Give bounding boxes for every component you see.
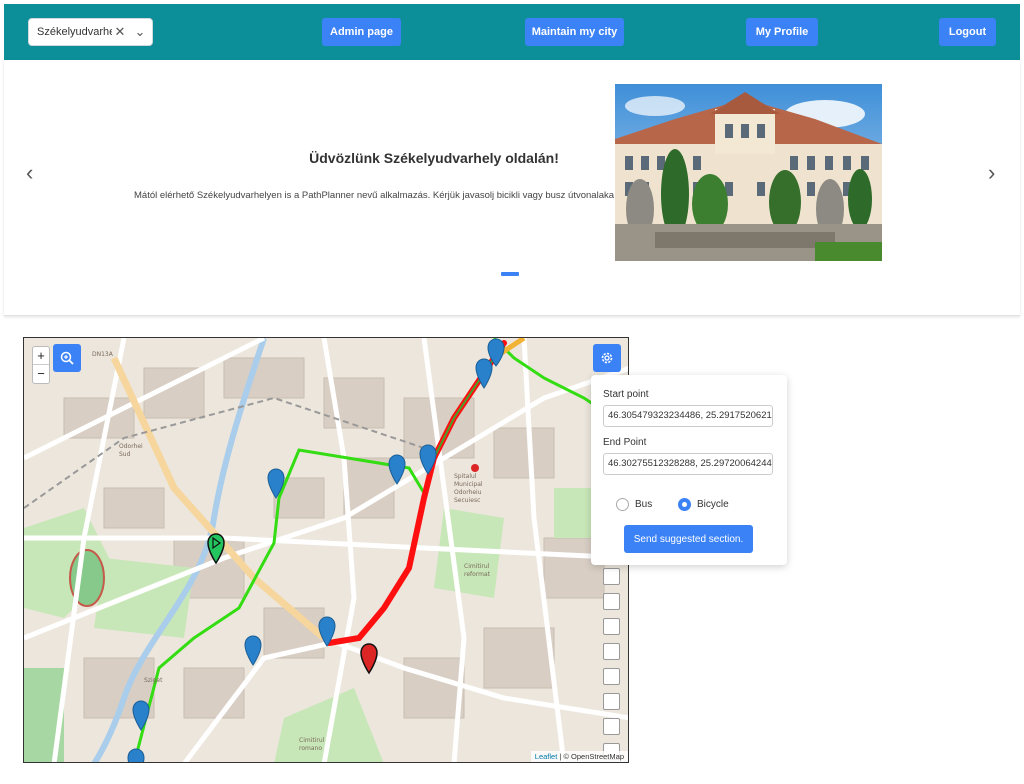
zoom-search-icon xyxy=(60,351,74,365)
top-navbar: Székelyudvarhely ✕ ⌄ Admin page Maintain… xyxy=(4,4,1020,60)
end-point-label: End Point xyxy=(603,437,647,448)
layer-checkbox[interactable] xyxy=(603,568,620,585)
send-suggested-section-button[interactable]: Send suggested section. xyxy=(624,525,753,553)
my-profile-button[interactable]: My Profile xyxy=(746,18,818,46)
bicycle-label: Bicycle xyxy=(697,499,729,510)
bicycle-radio[interactable] xyxy=(678,498,691,511)
route-map[interactable]: DN13A Spitalul Municipal Odorheiu Secuie… xyxy=(23,337,629,763)
start-point-input[interactable]: 46.305479323234486, 25.29175206217 xyxy=(603,405,773,427)
zoom-in-button[interactable]: + xyxy=(33,347,49,365)
layer-checkbox[interactable] xyxy=(603,693,620,710)
layer-checkbox-list xyxy=(603,568,620,762)
carousel-indicator-active[interactable] xyxy=(501,272,519,276)
admin-page-button[interactable]: Admin page xyxy=(322,18,401,46)
svg-text:Secuiesc: Secuiesc xyxy=(454,497,480,504)
route-suggestion-panel: Start point 46.305479323234486, 25.29175… xyxy=(591,375,787,565)
chevron-right-icon[interactable]: › xyxy=(988,160,995,186)
carousel-text: Mától elérhető Székelyudvarhelyen is a P… xyxy=(134,190,614,201)
city-select[interactable]: Székelyudvarhely ✕ ⌄ xyxy=(28,18,153,46)
chevron-down-icon[interactable]: ⌄ xyxy=(132,24,148,40)
city-hall-photo xyxy=(615,84,882,261)
clear-icon[interactable]: ✕ xyxy=(112,24,128,40)
chevron-left-icon[interactable]: ‹ xyxy=(26,160,33,186)
svg-text:Sziget: Sziget xyxy=(144,677,163,684)
layer-checkbox[interactable] xyxy=(603,618,620,635)
osm-attribution: | © OpenStreetMap xyxy=(557,752,624,761)
leaflet-link[interactable]: Leaflet xyxy=(535,752,558,761)
svg-text:Odorheiu: Odorheiu xyxy=(454,489,482,496)
settings-button[interactable] xyxy=(593,344,621,372)
layer-checkbox[interactable] xyxy=(603,668,620,685)
svg-text:Municipal: Municipal xyxy=(454,481,483,488)
zoom-control: + − xyxy=(32,346,50,384)
welcome-carousel: ‹ › Üdvözlünk Székelyudvarhely oldalán! … xyxy=(4,60,1020,316)
svg-text:romano: romano xyxy=(299,745,322,752)
bus-label: Bus xyxy=(635,499,653,510)
gear-icon xyxy=(601,352,613,364)
city-select-value: Székelyudvarhely xyxy=(37,26,112,38)
bus-radio-option[interactable]: Bus xyxy=(616,498,652,511)
svg-text:Cimitirul: Cimitirul xyxy=(299,737,325,744)
svg-text:Spitalul: Spitalul xyxy=(454,473,477,480)
end-point-input[interactable]: 46.30275512328288, 25.29720064244 xyxy=(603,453,773,475)
svg-text:reformat: reformat xyxy=(464,571,491,578)
zoom-search-button[interactable] xyxy=(53,344,81,372)
svg-text:DN13A: DN13A xyxy=(92,351,114,358)
bicycle-radio-option[interactable]: Bicycle xyxy=(678,498,729,511)
layer-checkbox[interactable] xyxy=(603,643,620,660)
bus-radio[interactable] xyxy=(616,498,629,511)
logout-button[interactable]: Logout xyxy=(939,18,996,46)
map-tiles: DN13A Spitalul Municipal Odorheiu Secuie… xyxy=(24,338,628,762)
zoom-out-button[interactable]: − xyxy=(33,365,49,383)
map-attribution: Leaflet | © OpenStreetMap xyxy=(530,751,628,762)
start-point-label: Start point xyxy=(603,389,649,400)
maintain-city-button[interactable]: Maintain my city xyxy=(525,18,624,46)
svg-text:Sud: Sud xyxy=(119,451,131,458)
svg-text:Odorhei: Odorhei xyxy=(119,443,143,450)
carousel-title: Üdvözlünk Székelyudvarhely oldalán! xyxy=(309,150,559,166)
svg-text:Cimitirul: Cimitirul xyxy=(464,563,490,570)
layer-checkbox[interactable] xyxy=(603,593,620,610)
layer-checkbox[interactable] xyxy=(603,718,620,735)
